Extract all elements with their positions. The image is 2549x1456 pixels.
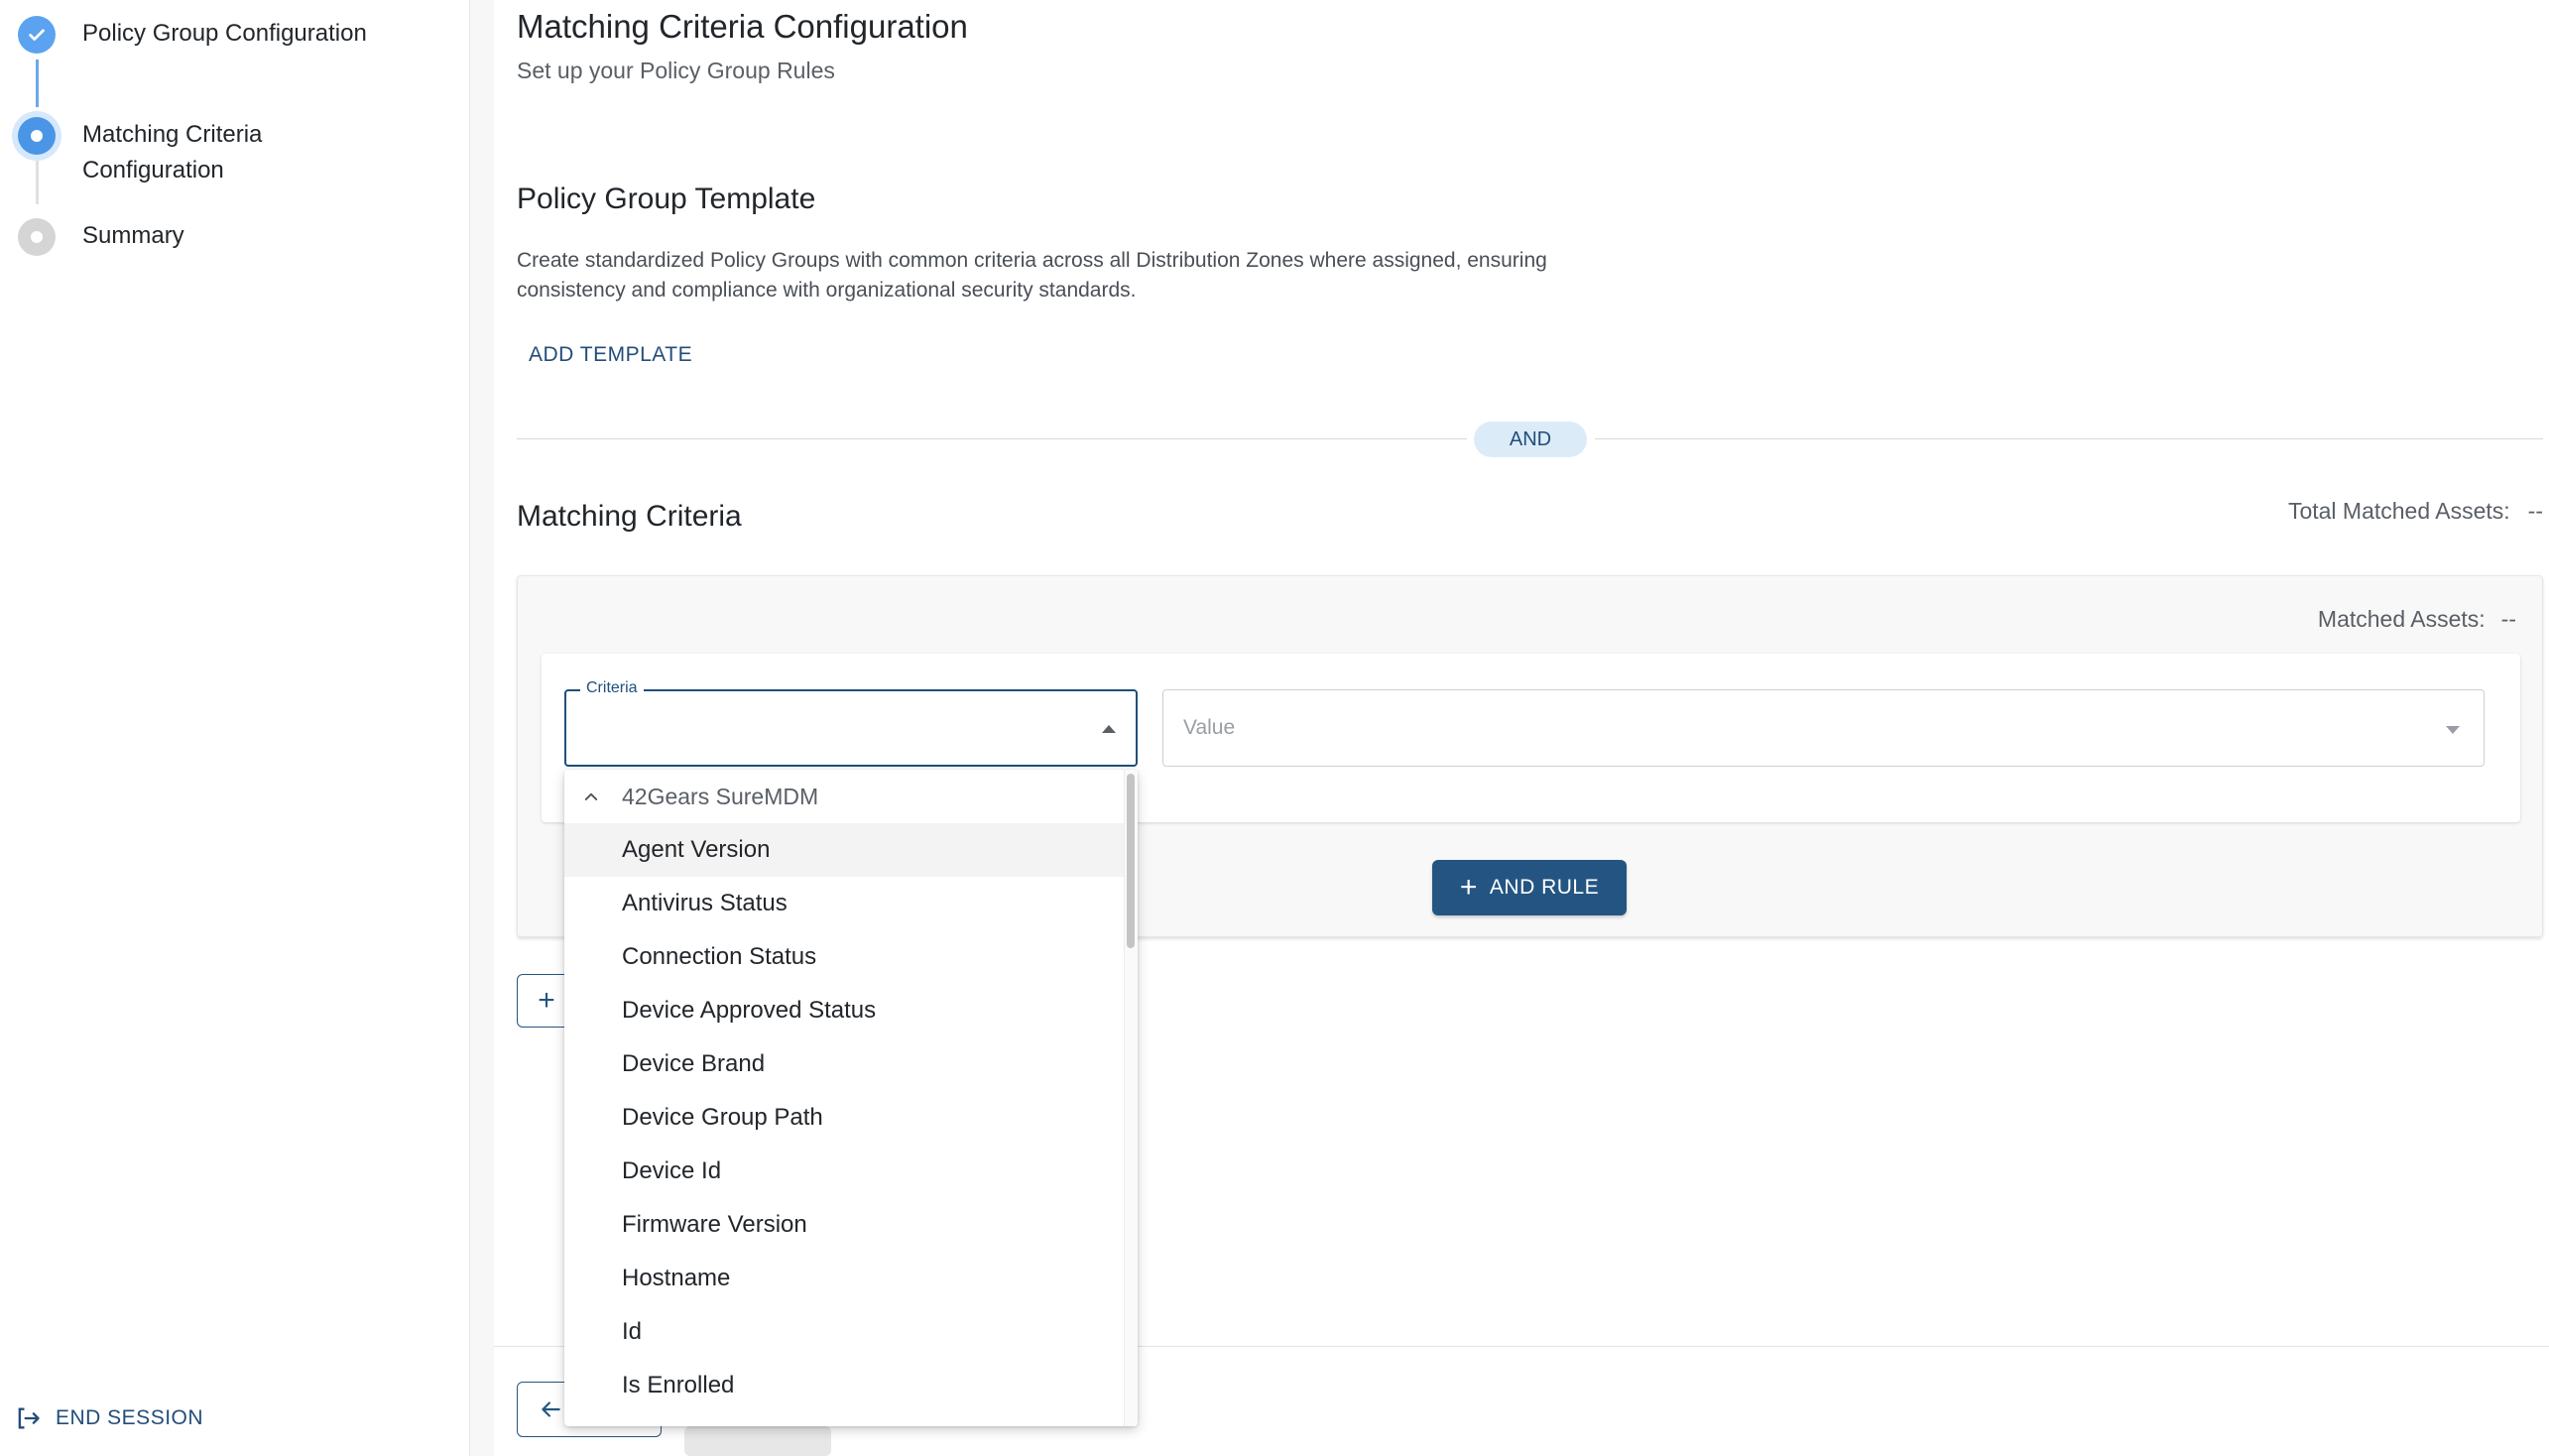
criteria-select[interactable]: Criteria — [564, 679, 1138, 767]
dropdown-option-label: Id — [622, 1318, 643, 1345]
dropdown-option[interactable]: Is Enrolled — [564, 1359, 1124, 1412]
template-description: Create standardized Policy Groups with c… — [517, 249, 1547, 302]
arrow-left-icon — [542, 1401, 560, 1417]
value-select[interactable]: Value — [1162, 689, 2485, 767]
dropdown-option[interactable]: Firmware Version — [564, 1198, 1124, 1252]
dropdown-option-label: Device Id — [622, 1157, 722, 1184]
total-matched-value: -- — [2527, 498, 2543, 524]
total-matched-assets: Total Matched Assets: -- — [2288, 498, 2543, 525]
logout-icon — [18, 1407, 40, 1429]
dropdown-option[interactable]: Antivirus Status — [564, 877, 1124, 930]
dropdown-option[interactable]: Device Approved Status — [564, 984, 1124, 1037]
and-rule-button[interactable]: + AND RULE — [1432, 860, 1627, 915]
end-session-button[interactable]: END SESSION — [14, 1404, 203, 1432]
page-subtitle: Set up your Policy Group Rules — [517, 58, 835, 83]
criteria-dropdown-menu: 42Gears SureMDM Agent Version Antivirus S… — [564, 770, 1138, 1426]
end-session-label: END SESSION — [56, 1406, 204, 1429]
step-label: Matching Criteria Configuration — [82, 121, 263, 183]
step-connector — [36, 155, 39, 204]
dropdown-option-label: Antivirus Status — [622, 890, 788, 916]
total-matched-label: Total Matched Assets: — [2287, 498, 2510, 524]
dropdown-option[interactable]: Connection Status — [564, 930, 1124, 984]
divider — [1595, 438, 2543, 439]
caret-down-icon — [2446, 726, 2460, 734]
dropdown-group-label: 42Gears SureMDM — [622, 784, 819, 809]
scrollbar-thumb[interactable] — [1127, 774, 1135, 948]
criteria-field-label: Criteria — [580, 679, 644, 697]
caret-up-icon — [1102, 725, 1116, 733]
dropdown-option[interactable]: Hostname — [564, 1252, 1124, 1305]
divider — [517, 438, 1467, 439]
matched-assets-value: -- — [2500, 606, 2516, 632]
dropdown-group-header[interactable]: 42Gears SureMDM — [564, 770, 1124, 823]
criteria-section-title: Matching Criteria — [517, 500, 742, 533]
dropdown-option[interactable]: Id — [564, 1305, 1124, 1359]
chevron-up-icon — [584, 792, 598, 800]
dropdown-option[interactable]: Device Id — [564, 1145, 1124, 1198]
matched-assets-label: Matched Assets: — [2317, 606, 2486, 632]
dropdown-option[interactable]: Agent Version — [564, 823, 1124, 877]
dropdown-option[interactable]: Device Group Path — [564, 1091, 1124, 1145]
dropdown-option[interactable]: Device Brand — [564, 1037, 1124, 1091]
app-root: Policy Group Configuration Matching Crit… — [0, 0, 2549, 1456]
step-label: Summary — [82, 222, 184, 249]
dropdown-option-label: Device Group Path — [622, 1104, 823, 1131]
and-rule-label: AND RULE — [1489, 876, 1600, 899]
sidebar: Policy Group Configuration Matching Crit… — [0, 0, 470, 1456]
dropdown-option-label: Firmware Version — [622, 1211, 807, 1238]
step-connector — [36, 60, 39, 107]
plus-icon: + — [538, 984, 555, 1017]
dropdown-option-label: Device Brand — [622, 1050, 766, 1077]
dropdown-option-label: Hostname — [622, 1265, 731, 1291]
dropdown-option-label: Device Approved Status — [622, 997, 877, 1024]
pending-step-icon — [18, 218, 56, 256]
dropdown-option-label: Is Enrolled — [622, 1372, 735, 1398]
active-step-icon — [18, 117, 56, 155]
plus-icon: + — [1459, 871, 1478, 904]
dropdown-option-label: Connection Status — [622, 943, 817, 970]
step-label: Policy Group Configuration — [82, 20, 367, 47]
and-operator-chip: AND — [1474, 422, 1587, 457]
add-template-button[interactable]: ADD TEMPLATE — [517, 339, 704, 371]
template-section-title: Policy Group Template — [517, 182, 816, 215]
page-title: Matching Criteria Configuration — [517, 8, 968, 45]
value-placeholder: Value — [1183, 716, 1236, 739]
next-button[interactable] — [684, 1426, 831, 1456]
check-icon — [18, 16, 56, 54]
matched-assets: Matched Assets: -- — [2318, 606, 2516, 633]
content-gutter — [470, 0, 494, 1456]
dropdown-option-label: Agent Version — [622, 836, 771, 863]
